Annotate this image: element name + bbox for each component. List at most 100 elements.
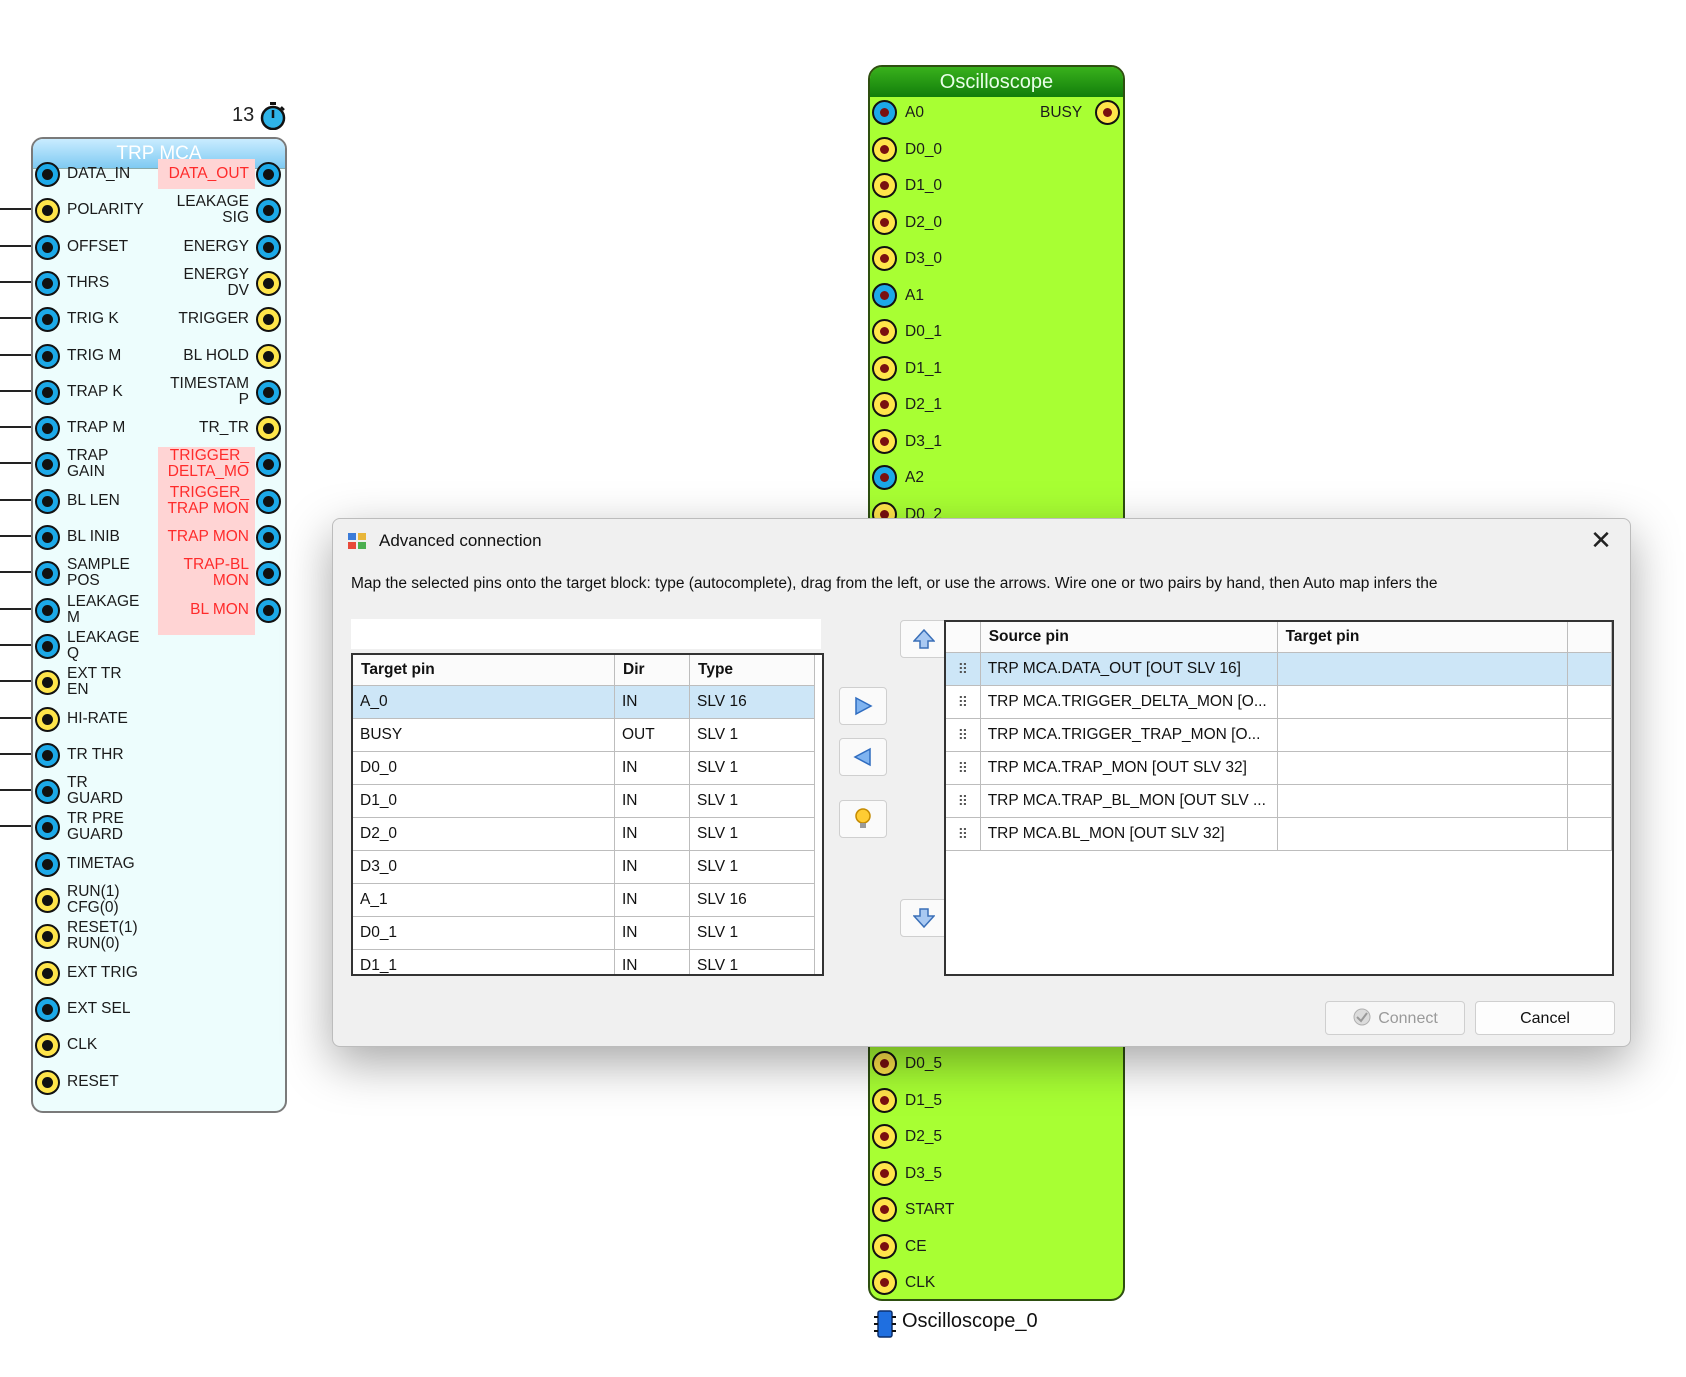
drag-handle-icon[interactable]: ⠿ bbox=[946, 751, 981, 785]
target-pin-grid[interactable]: Target pin Dir Type A_0 IN SLV 16 BUSY OUT SL… bbox=[351, 653, 824, 976]
pin-leakage-m[interactable] bbox=[35, 597, 60, 623]
pin-tr-pre-guard[interactable] bbox=[35, 815, 60, 841]
target-pin-row[interactable]: D0_0 IN SLV 1 bbox=[353, 751, 815, 785]
pin-sample-pos[interactable] bbox=[35, 561, 60, 587]
pin-ext-sel[interactable] bbox=[35, 996, 60, 1022]
mapping-row[interactable]: ⠿ TRP MCA.TRAP_BL_MON [OUT SLV ... bbox=[946, 784, 1612, 818]
column-header-mapped-target-pin[interactable]: Target pin bbox=[1277, 622, 1568, 653]
pin-reset[interactable] bbox=[35, 1069, 60, 1095]
assign-right-button[interactable] bbox=[839, 687, 887, 725]
mapping-row[interactable]: ⠿ TRP MCA.TRIGGER_DELTA_MON [O... bbox=[946, 685, 1612, 719]
cell-mapped-target-pin[interactable] bbox=[1277, 652, 1568, 686]
cell-mapped-target-pin[interactable] bbox=[1277, 784, 1568, 818]
cell-mapped-target-pin[interactable] bbox=[1277, 685, 1568, 719]
target-pin-row[interactable]: A_1 IN SLV 16 bbox=[353, 883, 815, 917]
pin-leakage-q[interactable] bbox=[35, 633, 60, 659]
target-pin-row[interactable]: D3_0 IN SLV 1 bbox=[353, 850, 815, 884]
column-header-type[interactable]: Type bbox=[689, 655, 815, 686]
pin-polarity[interactable] bbox=[35, 198, 60, 224]
pin-d3-1[interactable] bbox=[872, 428, 897, 454]
mapping-row[interactable]: ⠿ TRP MCA.TRAP_MON [OUT SLV 32] bbox=[946, 751, 1612, 785]
pin-timetag[interactable] bbox=[35, 851, 60, 877]
pin-hi-rate[interactable] bbox=[35, 706, 60, 732]
pin-bl-hold[interactable] bbox=[256, 343, 281, 369]
pin-ext-trig[interactable] bbox=[35, 960, 60, 986]
oscilloscope-title[interactable]: Oscilloscope bbox=[870, 67, 1123, 97]
pin-clk[interactable] bbox=[35, 1033, 60, 1059]
mapping-row[interactable]: ⠿ TRP MCA.DATA_OUT [OUT SLV 16] bbox=[946, 652, 1612, 686]
pin-tr-guard[interactable] bbox=[35, 779, 60, 805]
pin-trigger-trap-mon[interactable] bbox=[256, 488, 281, 514]
move-up-button[interactable] bbox=[900, 620, 948, 658]
pin-tr-tr[interactable] bbox=[256, 416, 281, 442]
unassign-left-button[interactable] bbox=[839, 738, 887, 776]
pin-busy[interactable] bbox=[1095, 100, 1120, 125]
pin-trig-k[interactable] bbox=[35, 307, 60, 333]
pin-d3-0[interactable] bbox=[872, 246, 897, 271]
pin-trigger-delta-mo[interactable] bbox=[256, 452, 281, 478]
connect-button[interactable]: Connect bbox=[1325, 1001, 1465, 1035]
cell-mapped-target-pin[interactable] bbox=[1277, 718, 1568, 752]
pin-offset[interactable] bbox=[35, 234, 60, 260]
pin-trig-m[interactable] bbox=[35, 343, 60, 369]
pin-data-in[interactable] bbox=[35, 162, 60, 187]
pin-trap-mon[interactable] bbox=[256, 525, 281, 550]
pin-leakage-sig[interactable] bbox=[256, 198, 281, 224]
pin-trap-gain[interactable] bbox=[35, 452, 60, 478]
pin-mapping-grid[interactable]: Source pin Target pin ⠿ TRP MCA.DATA_OUT … bbox=[944, 620, 1614, 976]
mapping-row[interactable]: ⠿ TRP MCA.TRIGGER_TRAP_MON [O... bbox=[946, 718, 1612, 752]
pin-d3-5[interactable] bbox=[872, 1160, 897, 1186]
pin-data-out[interactable] bbox=[256, 162, 281, 187]
pin-d1-5[interactable] bbox=[872, 1087, 897, 1113]
pin-clk[interactable] bbox=[872, 1270, 897, 1295]
target-pin-row[interactable]: D1_0 IN SLV 1 bbox=[353, 784, 815, 818]
pin-d2-5[interactable] bbox=[872, 1124, 897, 1149]
pin-bl-len[interactable] bbox=[35, 488, 60, 514]
trp-mca-block[interactable]: TRP MCA DATA_IN POLARITY OFFSET THRS TRIG KT… bbox=[31, 137, 287, 1113]
pin-thrs[interactable] bbox=[35, 270, 60, 296]
pin-timestam-p[interactable] bbox=[256, 379, 281, 405]
pin-tr-thr[interactable] bbox=[35, 742, 60, 768]
pin-a2[interactable] bbox=[872, 465, 897, 490]
target-pin-row[interactable]: D2_0 IN SLV 1 bbox=[353, 817, 815, 851]
pin-d0-1[interactable] bbox=[872, 319, 897, 344]
pin-d2-0[interactable] bbox=[872, 209, 897, 235]
pin-trap-bl-mon[interactable] bbox=[256, 561, 281, 587]
pin-energy[interactable] bbox=[256, 234, 281, 260]
drag-handle-icon[interactable]: ⠿ bbox=[946, 817, 981, 851]
move-down-button[interactable] bbox=[900, 899, 948, 937]
pin-a0[interactable] bbox=[872, 100, 897, 125]
pin-bl-mon[interactable] bbox=[256, 597, 281, 623]
target-pin-row[interactable]: BUSY OUT SLV 1 bbox=[353, 718, 815, 752]
pin-start[interactable] bbox=[872, 1197, 897, 1222]
cell-mapped-target-pin[interactable] bbox=[1277, 817, 1568, 851]
pin-d0-0[interactable] bbox=[872, 136, 897, 162]
column-header-source-pin[interactable]: Source pin bbox=[980, 622, 1278, 653]
pin-trap-m[interactable] bbox=[35, 416, 60, 442]
pin-d0-5[interactable] bbox=[872, 1051, 897, 1076]
pin-d2-1[interactable] bbox=[872, 392, 897, 417]
target-pin-row[interactable]: A_0 IN SLV 16 bbox=[353, 685, 815, 719]
drag-handle-icon[interactable]: ⠿ bbox=[946, 685, 981, 719]
column-header-target-pin[interactable]: Target pin bbox=[353, 655, 615, 686]
pin-a1[interactable] bbox=[872, 282, 897, 308]
target-pin-row[interactable]: D1_1 IN SLV 1 bbox=[353, 949, 815, 974]
drag-handle-icon[interactable]: ⠿ bbox=[946, 784, 981, 818]
target-pin-filter-input[interactable] bbox=[351, 619, 821, 649]
close-button[interactable]: ✕ bbox=[1584, 525, 1618, 557]
mapping-row[interactable]: ⠿ TRP MCA.BL_MON [OUT SLV 32] bbox=[946, 817, 1612, 851]
cancel-button[interactable]: Cancel bbox=[1475, 1001, 1615, 1035]
pin-run-1-cfg-0[interactable] bbox=[35, 888, 60, 913]
drag-handle-icon[interactable]: ⠿ bbox=[946, 652, 981, 686]
column-header-dir[interactable]: Dir bbox=[614, 655, 690, 686]
drag-handle-icon[interactable]: ⠿ bbox=[946, 718, 981, 752]
pin-d1-0[interactable] bbox=[872, 173, 897, 198]
pin-bl-inib[interactable] bbox=[35, 525, 60, 550]
pin-ext-tr-en[interactable] bbox=[35, 670, 60, 696]
auto-map-button[interactable] bbox=[839, 800, 887, 838]
target-pin-row[interactable]: D0_1 IN SLV 1 bbox=[353, 916, 815, 950]
pin-d1-1[interactable] bbox=[872, 355, 897, 381]
pin-ce[interactable] bbox=[872, 1233, 897, 1259]
pin-reset-1-run-0[interactable] bbox=[35, 924, 60, 950]
pin-trigger[interactable] bbox=[256, 307, 281, 333]
